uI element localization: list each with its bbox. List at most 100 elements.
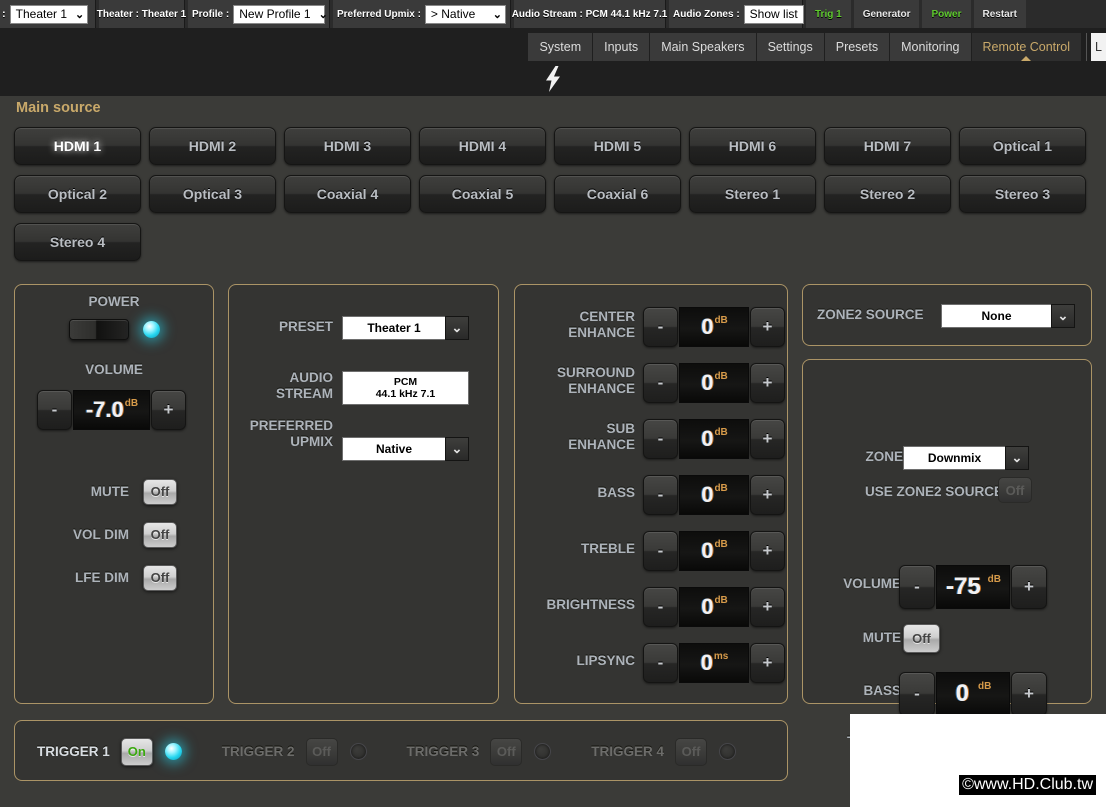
surround-enhance-minus-button[interactable]: - bbox=[643, 363, 678, 403]
sub-enhance-label-line1: SUB bbox=[606, 421, 635, 436]
profile-select-value: New Profile 1 bbox=[239, 7, 311, 21]
lipsync-value: 0 bbox=[700, 650, 713, 675]
tab-presets[interactable]: Presets bbox=[824, 33, 891, 61]
zone-volume-stepper: - -75 dB + bbox=[899, 565, 1047, 609]
profile-label: Profile : bbox=[192, 8, 230, 20]
trig1-status-button[interactable]: Trig 1 bbox=[806, 0, 851, 28]
source-button-hdmi-4[interactable]: HDMI 4 bbox=[419, 127, 546, 165]
profile-cell: Profile : New Profile 1 ⌄ bbox=[188, 0, 330, 28]
source-button-hdmi-7[interactable]: HDMI 7 bbox=[824, 127, 951, 165]
use-zone2-source-toggle[interactable]: Off bbox=[998, 477, 1032, 503]
tab-partial[interactable]: L bbox=[1091, 33, 1106, 61]
tab-settings[interactable]: Settings bbox=[756, 33, 825, 61]
zone-select[interactable]: Downmix ⌄ bbox=[903, 446, 1029, 470]
sub-enhance-value: 0 bbox=[701, 426, 714, 451]
bass-plus-button[interactable]: + bbox=[750, 475, 785, 515]
zone-bass-minus-button[interactable]: - bbox=[899, 672, 935, 716]
surround-enhance-stepper: - 0 dB + bbox=[643, 363, 785, 403]
lfe-dim-toggle[interactable]: Off bbox=[143, 564, 177, 591]
source-button-coaxial-6[interactable]: Coaxial 6 bbox=[554, 175, 681, 213]
zone-volume-readout: -75 dB bbox=[936, 565, 1010, 609]
power-rocker-switch[interactable] bbox=[69, 319, 129, 340]
generator-button[interactable]: Generator bbox=[853, 0, 920, 28]
tab-inputs[interactable]: Inputs bbox=[593, 33, 651, 61]
preferred-upmix-select[interactable]: Native ⌄ bbox=[342, 437, 469, 461]
power-button[interactable]: Power bbox=[922, 0, 971, 28]
bass-minus-button[interactable]: - bbox=[643, 475, 678, 515]
surround-enhance-plus-button[interactable]: + bbox=[750, 363, 785, 403]
brightness-minus-button[interactable]: - bbox=[643, 587, 678, 627]
center-enhance-minus-button[interactable]: - bbox=[643, 307, 678, 347]
restart-button[interactable]: Restart bbox=[973, 0, 1026, 28]
vol-dim-row: VOL DIM Off bbox=[15, 513, 213, 556]
trigger-2-toggle[interactable]: Off bbox=[305, 737, 338, 766]
volume-unit: dB bbox=[124, 397, 139, 409]
vol-dim-toggle[interactable]: Off bbox=[143, 521, 177, 548]
nav-tab-list: System Inputs Main Speakers Settings Pre… bbox=[528, 33, 1106, 61]
volume-plus-button[interactable]: + bbox=[151, 390, 186, 430]
audio-stream-display: PCM 44.1 kHz 7.1 bbox=[342, 371, 469, 405]
source-button-optical-2[interactable]: Optical 2 bbox=[14, 175, 141, 213]
zone-mute-toggle[interactable]: Off bbox=[903, 624, 940, 653]
mute-toggle[interactable]: Off bbox=[143, 478, 177, 505]
vol-dim-label: VOL DIM bbox=[72, 526, 129, 542]
source-button-optical-3[interactable]: Optical 3 bbox=[149, 175, 276, 213]
treble-readout: 0 dB bbox=[679, 531, 749, 571]
sub-enhance-label-line2: ENHANCE bbox=[568, 437, 635, 452]
source-button-optical-1[interactable]: Optical 1 bbox=[959, 127, 1086, 165]
trigger-4-label: TRIGGER 4 bbox=[591, 743, 665, 759]
tab-monitoring[interactable]: Monitoring bbox=[890, 33, 972, 61]
page-title: Main source bbox=[16, 100, 101, 116]
chevron-down-icon: ⌄ bbox=[1051, 304, 1075, 328]
trigger-bar-panel: TRIGGER 1 On TRIGGER 2 Off TRIGGER 3 Off… bbox=[14, 720, 788, 781]
treble-label: TREBLE bbox=[581, 541, 635, 556]
tab-system[interactable]: System bbox=[528, 33, 594, 61]
source-button-stereo-1[interactable]: Stereo 1 bbox=[689, 175, 816, 213]
source-button-hdmi-2[interactable]: HDMI 2 bbox=[149, 127, 276, 165]
preset-select[interactable]: Theater 1 ⌄ bbox=[342, 316, 469, 340]
treble-minus-button[interactable]: - bbox=[643, 531, 678, 571]
audio-zones-select[interactable]: Show list ⌄ bbox=[743, 4, 815, 24]
zone-label: ZONE bbox=[865, 449, 903, 464]
zone-volume-plus-button[interactable]: + bbox=[1011, 565, 1047, 609]
zone-volume-value: -75 bbox=[945, 573, 981, 600]
source-button-hdmi-1[interactable]: HDMI 1 bbox=[14, 127, 141, 165]
main-source-grid: HDMI 1 HDMI 2 HDMI 3 HDMI 4 HDMI 5 HDMI … bbox=[14, 127, 1094, 271]
brightness-readout: 0 dB bbox=[679, 587, 749, 627]
preferred-upmix-select-value: Native bbox=[342, 437, 445, 461]
source-button-coaxial-4[interactable]: Coaxial 4 bbox=[284, 175, 411, 213]
source-button-hdmi-3[interactable]: HDMI 3 bbox=[284, 127, 411, 165]
lipsync-minus-button[interactable]: - bbox=[643, 643, 678, 683]
tab-main-speakers[interactable]: Main Speakers bbox=[650, 33, 757, 61]
treble-plus-button[interactable]: + bbox=[750, 531, 785, 571]
preferred-upmix-value: > Native bbox=[430, 7, 476, 21]
brightness-plus-button[interactable]: + bbox=[750, 587, 785, 627]
preferred-upmix-select[interactable]: > Native ⌄ bbox=[424, 4, 506, 24]
source-button-hdmi-5[interactable]: HDMI 5 bbox=[554, 127, 681, 165]
zone-volume-minus-button[interactable]: - bbox=[899, 565, 935, 609]
source-button-stereo-2[interactable]: Stereo 2 bbox=[824, 175, 951, 213]
lfe-dim-label: LFE DIM bbox=[75, 569, 129, 585]
theater-select[interactable]: Theater 1 ⌄ bbox=[9, 4, 88, 24]
preset-label: PRESET bbox=[278, 319, 333, 334]
trigger-3-led bbox=[534, 743, 552, 760]
theater-info-label: Theater : Theater 1 bbox=[96, 8, 187, 20]
profile-select[interactable]: New Profile 1 ⌄ bbox=[233, 4, 328, 24]
zone2-source-select[interactable]: None ⌄ bbox=[941, 304, 1075, 328]
source-button-stereo-4[interactable]: Stereo 4 bbox=[14, 223, 141, 261]
sub-enhance-minus-button[interactable]: - bbox=[643, 419, 678, 459]
zone-bass-plus-button[interactable]: + bbox=[1011, 672, 1047, 716]
sub-enhance-plus-button[interactable]: + bbox=[750, 419, 785, 459]
chevron-down-icon: ⌄ bbox=[492, 8, 502, 21]
tab-remote-control[interactable]: Remote Control bbox=[971, 33, 1083, 61]
source-button-stereo-3[interactable]: Stereo 3 bbox=[959, 175, 1086, 213]
volume-minus-button[interactable]: - bbox=[37, 390, 72, 430]
audio-stream-label-line1: AUDIO bbox=[289, 370, 334, 385]
trigger-1-toggle[interactable]: On bbox=[120, 737, 153, 766]
lipsync-plus-button[interactable]: + bbox=[750, 643, 785, 683]
trigger-4-toggle[interactable]: Off bbox=[675, 737, 708, 766]
source-button-coaxial-5[interactable]: Coaxial 5 bbox=[419, 175, 546, 213]
source-button-hdmi-6[interactable]: HDMI 6 bbox=[689, 127, 816, 165]
center-enhance-plus-button[interactable]: + bbox=[750, 307, 785, 347]
trigger-3-toggle[interactable]: Off bbox=[490, 737, 523, 766]
